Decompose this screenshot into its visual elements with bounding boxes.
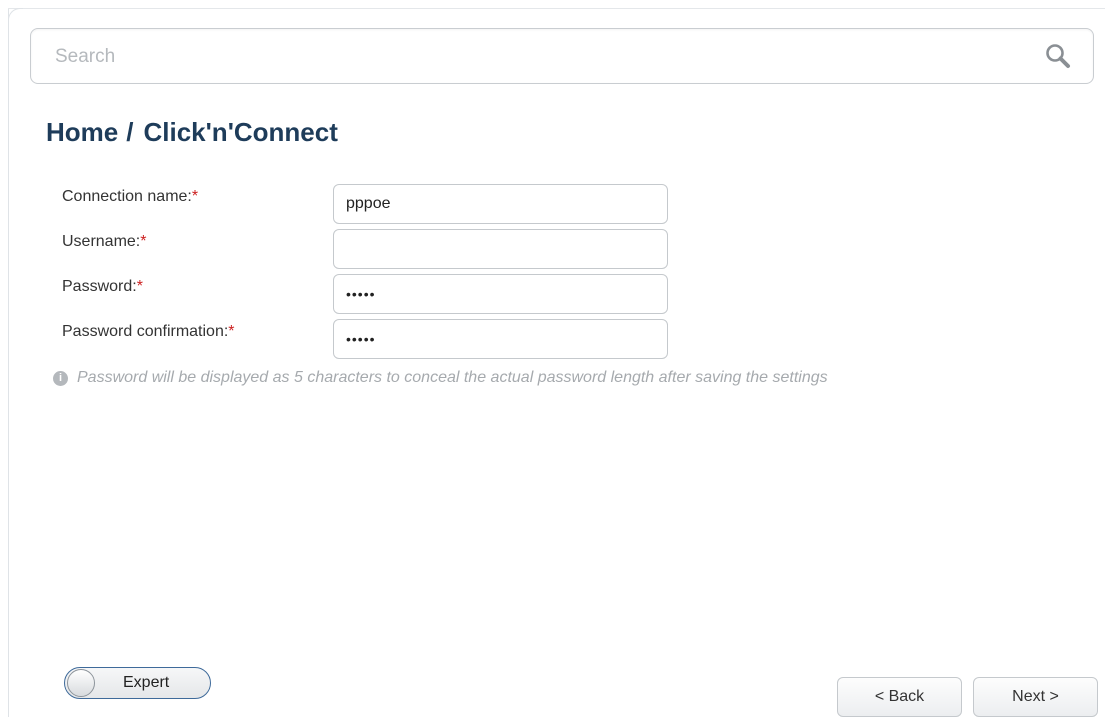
search-input[interactable] (53, 29, 1017, 85)
toggle-knob (67, 669, 95, 697)
password-hint: i Password will be displayed as 5 charact… (53, 369, 828, 387)
breadcrumb-home[interactable]: Home (46, 117, 118, 147)
username-label: Username:* (62, 233, 147, 250)
frame-border-left (8, 8, 9, 717)
info-icon: i (53, 371, 68, 386)
frame-border-top (8, 8, 1105, 9)
back-button[interactable]: < Back (837, 677, 962, 717)
password-confirmation-label: Password confirmation:* (62, 323, 235, 340)
breadcrumb-current: Click'n'Connect (143, 117, 338, 147)
breadcrumb-separator: / (126, 117, 134, 147)
connection-name-field[interactable] (333, 184, 668, 224)
search-icon[interactable] (1043, 42, 1073, 72)
next-button[interactable]: Next > (973, 677, 1098, 717)
password-label: Password:* (62, 278, 143, 295)
username-field[interactable] (333, 229, 668, 269)
password-hint-text: Password will be displayed as 5 characte… (77, 369, 828, 386)
password-confirmation-field[interactable] (333, 319, 668, 359)
connection-name-label: Connection name:* (62, 188, 199, 205)
password-field[interactable] (333, 274, 668, 314)
search-box (30, 28, 1094, 85)
frame-corner (8, 8, 23, 23)
page-title: Home / Click'n'Connect (46, 117, 338, 148)
expert-mode-toggle[interactable]: Expert (64, 667, 211, 699)
expert-label: Expert (123, 674, 170, 691)
